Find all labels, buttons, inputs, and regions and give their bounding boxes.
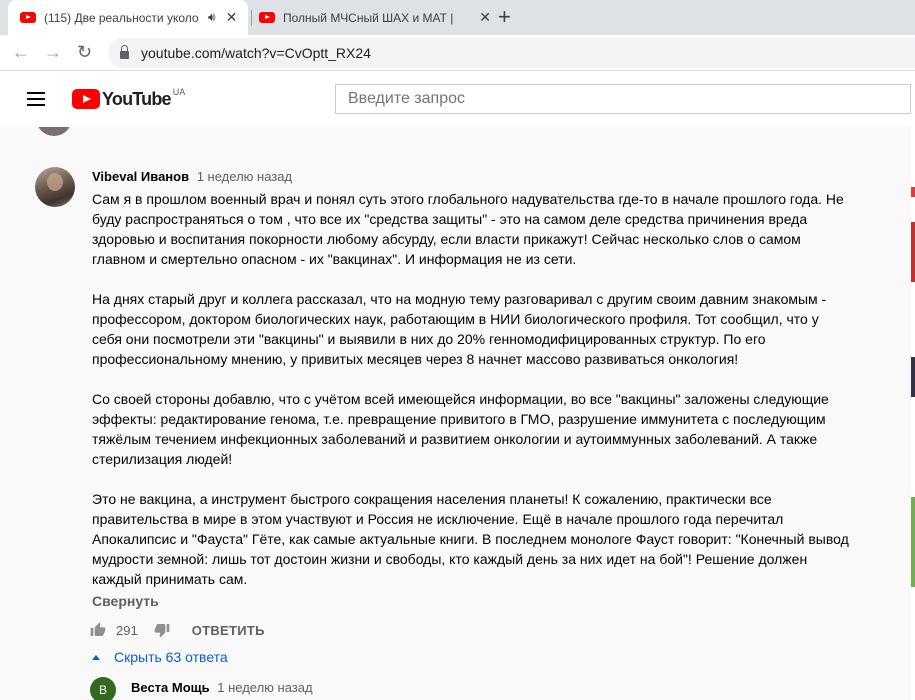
speaker-icon[interactable]: 🔊︎	[208, 10, 216, 25]
chevron-up-icon	[92, 654, 100, 660]
reply-author[interactable]: Веста Мощь	[131, 680, 210, 695]
comment-actions: 291 ОТВЕТИТЬ	[90, 620, 265, 640]
logo-wordmark: YouTube	[102, 89, 172, 109]
tab-title: Полный МЧСный ШАХ и МАТ |	[283, 10, 454, 25]
comment-header: Vibeval Иванов 1 неделю назад	[92, 169, 292, 184]
thumbs-up-icon[interactable]	[90, 622, 106, 638]
collapse-comment-button[interactable]: Свернуть	[92, 593, 159, 609]
commenter-avatar[interactable]	[35, 167, 75, 207]
youtube-logo[interactable]: YouTube UA	[72, 87, 186, 109]
reload-icon[interactable]: ↻	[77, 42, 92, 62]
browser-toolbar: ← → ↻ youtube.com/watch?v=CvOptt_RX24	[0, 35, 915, 71]
comment-author[interactable]: Vibeval Иванов	[92, 169, 189, 184]
back-arrow-icon[interactable]: ←	[12, 42, 30, 62]
comment-paragraph: Это не вакцина, а инструмент быстрого со…	[92, 491, 849, 587]
new-tab-button[interactable]: +	[498, 5, 511, 29]
address-bar[interactable]: youtube.com/watch?v=CvOptt_RX24	[108, 38, 915, 68]
hide-replies-label: Скрыть 63 ответа	[114, 649, 228, 665]
reply-button[interactable]: ОТВЕТИТЬ	[192, 623, 265, 638]
comment-paragraph: Со своей стороны добавлю, что с учётом в…	[92, 391, 829, 467]
youtube-favicon-icon	[259, 12, 275, 23]
tab-title: (115) Две реальности уколо	[44, 10, 199, 25]
close-tab-icon[interactable]: ✕	[479, 9, 491, 26]
hide-replies-button[interactable]: Скрыть 63 ответа	[90, 649, 228, 665]
youtube-favicon-icon	[20, 12, 36, 23]
reply-timestamp[interactable]: 1 неделю назад	[217, 680, 312, 695]
browser-tab-strip: (115) Две реальности уколо 🔊︎ ✕ Полный М…	[0, 0, 915, 35]
forward-arrow-icon[interactable]: →	[44, 42, 62, 62]
thumbs-down-icon[interactable]	[154, 622, 170, 638]
sidebar-edge-strip	[911, 127, 915, 700]
reply-header: Веста Мощь 1 неделю назад	[131, 680, 313, 695]
youtube-play-icon	[72, 89, 100, 109]
comment-paragraph: На днях старый друг и коллега рассказал,…	[92, 291, 827, 367]
hamburger-menu-icon[interactable]	[27, 92, 45, 106]
comment-body: Сам я в прошлом военный врач и понял сут…	[92, 189, 852, 589]
reply-avatar[interactable]: В	[90, 677, 116, 700]
browser-tab-active[interactable]: (115) Две реальности уколо 🔊︎ ✕	[8, 0, 248, 35]
browser-tab-inactive[interactable]: Полный МЧСный ШАХ и МАТ | ✕	[251, 0, 491, 35]
url-text[interactable]: youtube.com/watch?v=CvOptt_RX24	[141, 45, 371, 61]
like-count: 291	[116, 622, 138, 638]
lock-icon[interactable]	[120, 45, 129, 59]
comment-timestamp[interactable]: 1 неделю назад	[197, 169, 292, 184]
search-input[interactable]	[335, 84, 911, 114]
comment-paragraph: Сам я в прошлом военный врач и понял сут…	[92, 191, 844, 267]
youtube-masthead: YouTube UA	[0, 71, 915, 127]
country-code: UA	[172, 87, 186, 97]
close-tab-icon[interactable]: ✕	[226, 9, 238, 26]
